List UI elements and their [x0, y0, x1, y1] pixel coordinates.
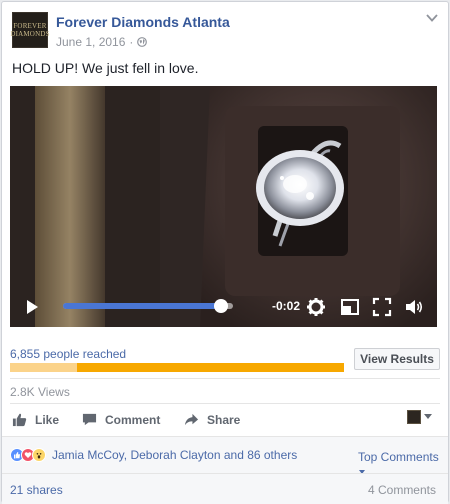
page-name-link[interactable]: Forever Diamonds Atlanta [56, 14, 230, 30]
fullscreen-icon[interactable] [372, 297, 392, 317]
people-reached-label[interactable]: 6,855 people reached [10, 347, 126, 361]
caret-down-icon [424, 414, 432, 419]
post-card: FOREVER DIAMONDS Forever Diamonds Atlant… [1, 1, 449, 504]
shares-count-link[interactable]: 21 shares [10, 483, 63, 497]
comment-bubble-icon [82, 413, 97, 426]
post-options-chevron-icon[interactable] [425, 12, 439, 24]
comments-count: 4 Comments [367, 483, 436, 497]
meta-separator: · [129, 35, 134, 49]
view-results-button[interactable]: View Results [354, 348, 440, 370]
wow-reaction-icon [32, 448, 46, 462]
share-arrow-icon [184, 413, 199, 426]
thumbs-up-icon [12, 413, 27, 427]
minimize-window-icon[interactable] [340, 297, 360, 317]
video-time-remaining: -0:02 [272, 299, 301, 313]
video-views-count: 2.8K Views [10, 385, 70, 399]
share-button[interactable]: Share [184, 412, 240, 427]
page-avatar[interactable]: FOREVER DIAMONDS [10, 12, 50, 48]
divider [10, 403, 440, 404]
post-as-selector[interactable] [407, 410, 432, 424]
divider [2, 473, 448, 474]
avatar-text-line2: DIAMONDS [10, 30, 50, 38]
avatar-text-line1: FOREVER [13, 22, 47, 30]
play-icon[interactable] [23, 298, 41, 316]
comment-label: Comment [105, 412, 161, 427]
video-progress-track[interactable] [63, 299, 233, 313]
video-progress-scrubber[interactable] [214, 299, 229, 313]
reach-bar-organic [10, 363, 77, 372]
like-label: Like [35, 412, 60, 427]
video-player[interactable]: -0:02 [10, 86, 437, 327]
video-controls: -0:02 [10, 287, 437, 327]
video-progress-fill [63, 303, 222, 309]
post-date[interactable]: June 1, 2016 [56, 35, 125, 49]
reactions-summary[interactable]: Jamia McCoy, Deborah Clayton and 86 othe… [10, 448, 297, 462]
share-label: Share [207, 412, 241, 427]
globe-icon [137, 37, 148, 47]
top-comments-label: Top Comments [358, 450, 439, 464]
like-button[interactable]: Like [12, 412, 59, 427]
reactors-names[interactable]: Jamia McCoy, Deborah Clayton and 86 othe… [52, 448, 297, 462]
post-meta: June 1, 2016 · [56, 35, 148, 49]
comment-button[interactable]: Comment [82, 412, 160, 427]
volume-icon[interactable] [404, 297, 424, 317]
post-text: HOLD UP! We just fell in love. [12, 60, 199, 76]
divider [10, 378, 440, 379]
reach-bar [10, 363, 344, 372]
page-avatar-small [407, 410, 421, 424]
settings-gear-icon[interactable] [306, 297, 326, 317]
